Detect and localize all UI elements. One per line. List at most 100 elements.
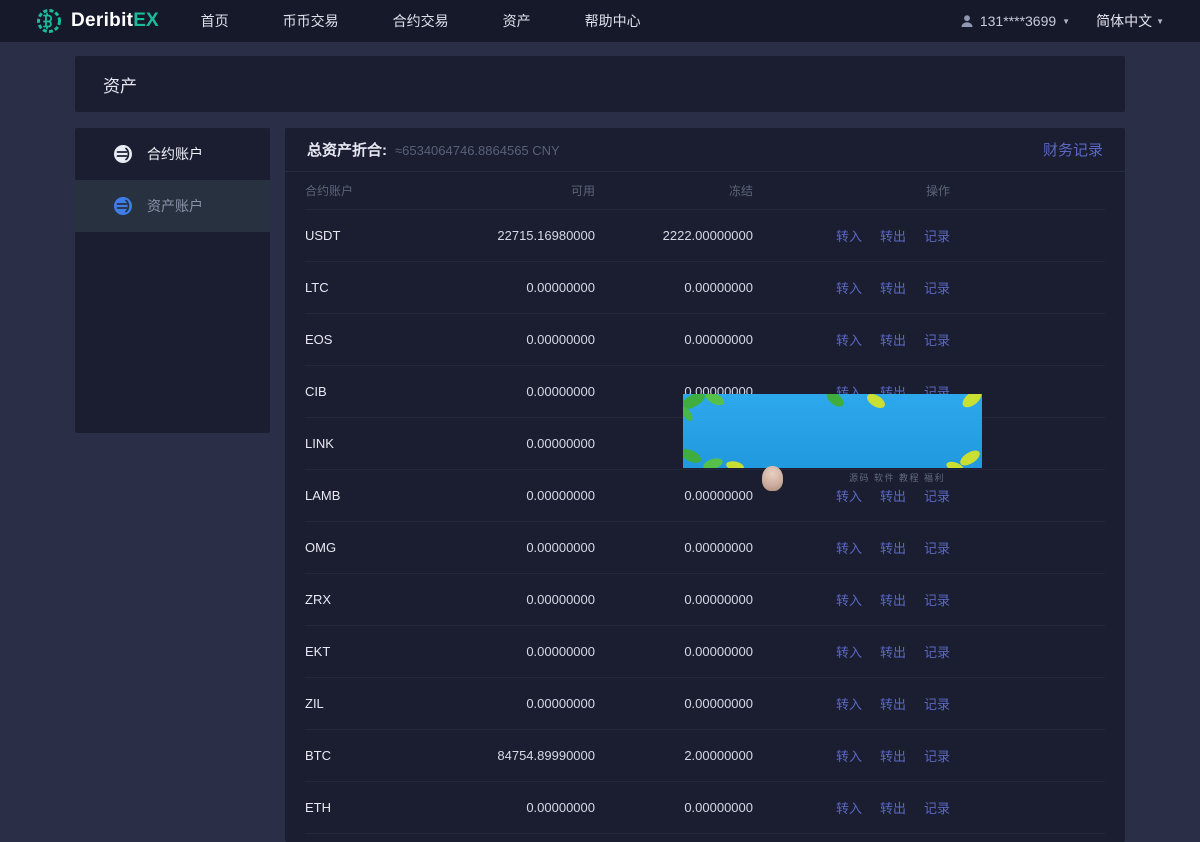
app-root: DeribitEX 首页 币币交易 合约交易 资产 帮助中心 131****36…	[0, 0, 1200, 842]
table-row: EOS 0.00000000 0.00000000 转入 转出 记录	[305, 314, 1105, 366]
page-title-panel: 资产	[75, 56, 1125, 112]
row-actions: 转入 转出 记录	[753, 746, 950, 765]
transfer-in-link[interactable]: 转入	[836, 798, 862, 817]
records-link[interactable]: 记录	[924, 226, 950, 245]
mascot-sticker	[762, 466, 783, 491]
finance-records-link[interactable]: 财务记录	[1043, 139, 1103, 160]
table-body: USDT 22715.16980000 2222.00000000 转入 转出 …	[285, 210, 1125, 834]
nav-item-help-center[interactable]: 帮助中心	[585, 11, 641, 31]
table-row: ETH 0.00000000 0.00000000 转入 转出 记录	[305, 782, 1105, 834]
user-phone-label: 131****3699	[980, 13, 1056, 29]
watermark-text: 源码 软件 教程 福利	[849, 471, 945, 484]
total-assets-label: 总资产折合:	[307, 139, 387, 160]
col-header-actions: 操作	[753, 182, 950, 199]
table-row: LTC 0.00000000 0.00000000 转入 转出 记录	[305, 262, 1105, 314]
available-value: 0.00000000	[445, 488, 595, 503]
available-value: 0.00000000	[445, 644, 595, 659]
records-link[interactable]: 记录	[924, 330, 950, 349]
frozen-value: 0.00000000	[595, 696, 753, 711]
row-actions: 转入 转出 记录	[753, 226, 950, 245]
row-actions: 转入 转出 记录	[753, 642, 950, 661]
transfer-out-link[interactable]: 转出	[880, 538, 906, 557]
records-link[interactable]: 记录	[924, 642, 950, 661]
records-link[interactable]: 记录	[924, 798, 950, 817]
coin-name: ZIL	[305, 696, 445, 711]
transfer-in-link[interactable]: 转入	[836, 590, 862, 609]
available-value: 0.00000000	[445, 540, 595, 555]
records-link[interactable]: 记录	[924, 746, 950, 765]
transfer-out-link[interactable]: 转出	[880, 694, 906, 713]
table-row: ZRX 0.00000000 0.00000000 转入 转出 记录	[305, 574, 1105, 626]
col-header-available: 可用	[445, 182, 595, 199]
records-link[interactable]: 记录	[924, 538, 950, 557]
sidebar-item-label: 资产账户	[147, 196, 203, 216]
frozen-value: 0.00000000	[595, 280, 753, 295]
transfer-out-link[interactable]: 转出	[880, 486, 906, 505]
available-value: 0.00000000	[445, 696, 595, 711]
page-title: 资产	[103, 72, 137, 97]
language-label: 简体中文	[1096, 11, 1152, 31]
user-icon	[960, 14, 974, 28]
brand-logo[interactable]: DeribitEX	[36, 8, 159, 34]
available-value: 22715.16980000	[445, 228, 595, 243]
transfer-in-link[interactable]: 转入	[836, 538, 862, 557]
nav-item-contract-trade[interactable]: 合约交易	[393, 11, 449, 31]
available-value: 0.00000000	[445, 332, 595, 347]
frozen-value: 2.00000000	[595, 748, 753, 763]
banner-leaves-decoration	[683, 394, 982, 468]
table-header-row: 合约账户 可用 冻结 操作	[305, 172, 1105, 210]
user-menu[interactable]: 131****3699 ▼	[960, 13, 1070, 29]
main-nav: 首页 币币交易 合约交易 资产 帮助中心	[201, 11, 641, 31]
row-actions: 转入 转出 记录	[753, 798, 950, 817]
transfer-in-link[interactable]: 转入	[836, 278, 862, 297]
total-assets-value: ≈6534064746.8864565 CNY	[395, 143, 560, 158]
row-actions: 转入 转出 记录	[753, 278, 950, 297]
coin-name: USDT	[305, 228, 445, 243]
transfer-out-link[interactable]: 转出	[880, 642, 906, 661]
navbar-right: 131****3699 ▼ 简体中文 ▼	[960, 11, 1164, 31]
table-row: USDT 22715.16980000 2222.00000000 转入 转出 …	[305, 210, 1105, 262]
transfer-out-link[interactable]: 转出	[880, 330, 906, 349]
sidebar-item-asset-account[interactable]: 资产账户	[75, 180, 270, 232]
records-link[interactable]: 记录	[924, 486, 950, 505]
sidebar-item-contract-account[interactable]: 合约账户	[75, 128, 270, 180]
table-row: BTC 84754.89990000 2.00000000 转入 转出 记录	[305, 730, 1105, 782]
brand-suffix: EX	[133, 10, 158, 31]
coin-name: BTC	[305, 748, 445, 763]
total-assets: 总资产折合: ≈6534064746.8864565 CNY	[307, 139, 560, 160]
nav-item-home[interactable]: 首页	[201, 11, 229, 31]
nav-item-assets[interactable]: 资产	[503, 11, 531, 31]
records-link[interactable]: 记录	[924, 694, 950, 713]
transfer-out-link[interactable]: 转出	[880, 746, 906, 765]
transfer-out-link[interactable]: 转出	[880, 226, 906, 245]
nav-item-spot-trade[interactable]: 币币交易	[283, 11, 339, 31]
transfer-in-link[interactable]: 转入	[836, 746, 862, 765]
records-link[interactable]: 记录	[924, 590, 950, 609]
coin-name: LAMB	[305, 488, 445, 503]
available-value: 84754.89990000	[445, 748, 595, 763]
transfer-in-link[interactable]: 转入	[836, 226, 862, 245]
sidebar-item-label: 合约账户	[147, 144, 203, 164]
coin-name: EOS	[305, 332, 445, 347]
transfer-out-link[interactable]: 转出	[880, 278, 906, 297]
assets-panel-header: 总资产折合: ≈6534064746.8864565 CNY 财务记录	[285, 128, 1125, 172]
coin-name: ETH	[305, 800, 445, 815]
language-selector[interactable]: 简体中文 ▼	[1096, 11, 1164, 31]
frozen-value: 0.00000000	[595, 644, 753, 659]
records-link[interactable]: 记录	[924, 278, 950, 297]
coin-name: LINK	[305, 436, 445, 451]
coin-name: ZRX	[305, 592, 445, 607]
available-value: 0.00000000	[445, 592, 595, 607]
transfer-in-link[interactable]: 转入	[836, 642, 862, 661]
table-row: EKT 0.00000000 0.00000000 转入 转出 记录	[305, 626, 1105, 678]
transfer-in-link[interactable]: 转入	[836, 486, 862, 505]
transfer-out-link[interactable]: 转出	[880, 798, 906, 817]
transfer-in-link[interactable]: 转入	[836, 330, 862, 349]
transfer-in-link[interactable]: 转入	[836, 694, 862, 713]
ad-banner-overlay[interactable]	[683, 394, 982, 468]
row-actions: 转入 转出 记录	[753, 694, 950, 713]
chevron-down-icon: ▼	[1156, 17, 1164, 26]
coin-name: LTC	[305, 280, 445, 295]
row-actions: 转入 转出 记录	[753, 590, 950, 609]
transfer-out-link[interactable]: 转出	[880, 590, 906, 609]
